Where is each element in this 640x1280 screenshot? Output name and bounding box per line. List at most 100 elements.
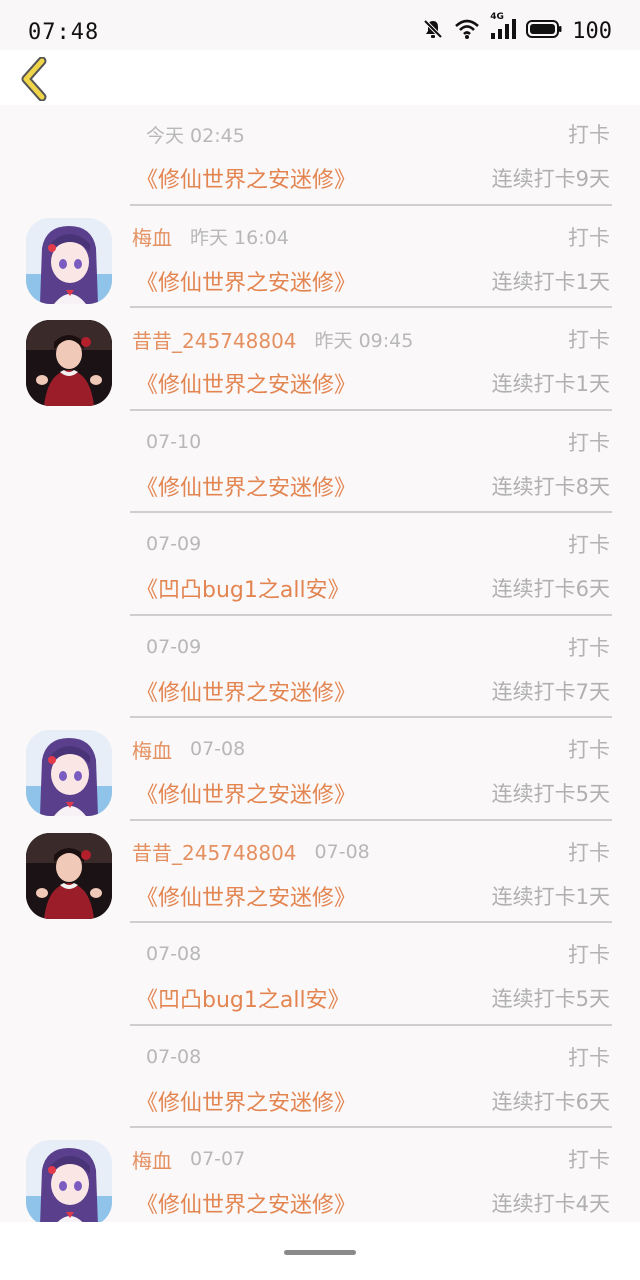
home-indicator[interactable]: [284, 1250, 356, 1255]
checkin-list[interactable]: 今天 02:45 打卡 《修仙世界之安迷修》 连续打卡9天 梅血 昨天 16:04 打卡 《修…: [0, 105, 640, 1222]
streak-count: 连续打卡9天: [491, 167, 610, 191]
checkin-detail: 《凹凸bug1之all安》 连续打卡6天: [130, 573, 610, 603]
checkin-action-label: 打卡: [568, 430, 610, 455]
divider: [130, 818, 612, 821]
streak-count: 连续打卡1天: [491, 372, 610, 396]
divider: [130, 1126, 612, 1128]
checkin-item[interactable]: 07-09 打卡《凹凸bug1之all安》 连续打卡6天: [0, 515, 640, 618]
checkin-detail: 《修仙世界之安迷修》 连续打卡6天: [130, 1086, 610, 1116]
user-name[interactable]: 梅血: [132, 222, 172, 251]
streak-count: 连续打卡6天: [491, 1089, 610, 1114]
divider: [130, 1023, 612, 1026]
checkin-detail: 《修仙世界之安迷修》 连续打卡4天: [130, 1188, 610, 1218]
cell-signal-icon: 4G: [490, 12, 517, 44]
divider: [130, 203, 612, 206]
checkin-detail: 《凹凸bug1之all安》 连续打卡5天: [130, 983, 610, 1013]
checkin-time: 昨天 16:04: [190, 227, 289, 249]
status-icons: 4G 100: [422, 12, 612, 44]
streak-count: 连续打卡7天: [491, 679, 610, 704]
checkin-meta: 昔昔_245748804 07-08 打卡: [130, 837, 610, 867]
checkin-detail: 《修仙世界之安迷修》 连续打卡9天: [130, 163, 610, 193]
checkin-item[interactable]: 昔昔_245748804 昨天 09:45 打卡《修仙世界之安迷修》 连续打卡1天: [0, 310, 640, 413]
back-button[interactable]: [14, 56, 54, 102]
book-title-link[interactable]: 《修仙世界之安迷修》: [136, 777, 356, 809]
user-name[interactable]: 昔昔_245748804: [132, 325, 297, 354]
avatar[interactable]: [26, 217, 112, 304]
checkin-time: 07-08: [314, 840, 370, 863]
streak-count: 连续打卡1天: [491, 884, 610, 909]
streak-count: 连续打卡8天: [491, 474, 610, 499]
streak-count: 连续打卡4天: [491, 1192, 610, 1216]
network-type: 4G: [490, 12, 504, 22]
streak-count: 连续打卡5天: [491, 782, 610, 806]
checkin-item[interactable]: 07-09 打卡《修仙世界之安迷修》 连续打卡7天: [0, 618, 640, 721]
battery-icon: [526, 19, 562, 43]
checkin-meta: 昔昔_245748804 昨天 09:45 打卡: [130, 324, 610, 354]
book-title-link[interactable]: 《修仙世界之安迷修》: [136, 1085, 356, 1117]
checkin-meta: 07-08 打卡: [130, 1042, 610, 1072]
checkin-action-label: 打卡: [568, 225, 610, 250]
checkin-time: 07-08: [146, 1045, 202, 1068]
checkin-detail: 《修仙世界之安迷修》 连续打卡8天: [130, 471, 610, 501]
checkin-meta: 07-09 打卡: [130, 529, 610, 559]
user-name[interactable]: 梅血: [132, 1145, 172, 1174]
checkin-time: 昨天 09:45: [314, 329, 414, 352]
book-title-link[interactable]: 《修仙世界之安迷修》: [136, 675, 356, 707]
checkin-time: 07-07: [190, 1148, 246, 1170]
checkin-item[interactable]: 梅血 07-07 打卡《修仙世界之安迷修》 连续打卡4天: [0, 1130, 640, 1222]
checkin-item[interactable]: 梅血 07-08 打卡《修仙世界之安迷修》 连续打卡5天: [0, 720, 640, 823]
mute-icon: [422, 18, 444, 44]
checkin-item[interactable]: 今天 02:45 打卡《修仙世界之安迷修》 连续打卡9天: [0, 105, 640, 208]
status-time: 07:48: [28, 20, 100, 45]
checkin-time: 07-09: [146, 635, 202, 658]
checkin-meta: 今天 02:45 打卡: [130, 119, 610, 149]
avatar[interactable]: [26, 730, 112, 816]
divider: [130, 613, 612, 616]
checkin-detail: 《修仙世界之安迷修》 连续打卡5天: [130, 778, 610, 808]
avatar[interactable]: [26, 832, 112, 919]
checkin-time: 今天 02:45: [146, 124, 245, 147]
divider: [130, 408, 612, 411]
checkin-item[interactable]: 昔昔_245748804 07-08 打卡《修仙世界之安迷修》 连续打卡1天: [0, 823, 640, 926]
checkin-item[interactable]: 梅血 昨天 16:04 打卡《修仙世界之安迷修》 连续打卡1天: [0, 208, 640, 311]
book-title-link[interactable]: 《修仙世界之安迷修》: [136, 1187, 356, 1219]
checkin-action-label: 打卡: [568, 123, 610, 147]
book-title-link[interactable]: 《修仙世界之安迷修》: [136, 880, 356, 912]
book-title-link[interactable]: 《修仙世界之安迷修》: [136, 162, 356, 194]
divider: [130, 921, 612, 923]
checkin-detail: 《修仙世界之安迷修》 连续打卡1天: [130, 368, 610, 398]
streak-count: 连续打卡5天: [491, 987, 610, 1011]
avatar[interactable]: [26, 320, 112, 406]
status-bar: 07:48 4G 100: [0, 0, 640, 50]
streak-count: 连续打卡6天: [491, 577, 610, 601]
checkin-item[interactable]: 07-08 打卡《修仙世界之安迷修》 连续打卡6天: [0, 1028, 640, 1131]
checkin-meta: 07-09 打卡: [130, 632, 610, 662]
checkin-item[interactable]: 07-10 打卡《修仙世界之安迷修》 连续打卡8天: [0, 413, 640, 516]
book-title-link[interactable]: 《凹凸bug1之all安》: [136, 982, 350, 1014]
checkin-meta: 07-10 打卡: [130, 427, 610, 457]
checkin-detail: 《修仙世界之安迷修》 连续打卡1天: [130, 266, 610, 296]
battery-level: 100: [572, 18, 612, 44]
book-title-link[interactable]: 《凹凸bug1之all安》: [136, 572, 350, 604]
checkin-time: 07-09: [146, 533, 202, 555]
book-title-link[interactable]: 《修仙世界之安迷修》: [136, 265, 356, 297]
checkin-action-label: 打卡: [568, 840, 610, 865]
user-name[interactable]: 梅血: [132, 735, 172, 764]
checkin-action-label: 打卡: [568, 1148, 610, 1172]
checkin-meta: 梅血 昨天 16:04 打卡: [130, 222, 610, 252]
checkin-item[interactable]: 07-08 打卡《凹凸bug1之all安》 连续打卡5天: [0, 925, 640, 1028]
top-nav-bar: [0, 50, 640, 105]
checkin-detail: 《修仙世界之安迷修》 连续打卡7天: [130, 676, 610, 706]
book-title-link[interactable]: 《修仙世界之安迷修》: [136, 367, 356, 399]
book-title-link[interactable]: 《修仙世界之安迷修》: [136, 470, 356, 502]
user-name[interactable]: 昔昔_245748804: [132, 837, 297, 866]
divider: [130, 306, 612, 308]
checkin-action-label: 打卡: [568, 738, 610, 762]
checkin-meta: 梅血 07-08 打卡: [130, 734, 610, 764]
avatar[interactable]: [26, 1140, 112, 1222]
checkin-meta: 07-08 打卡: [130, 939, 610, 969]
streak-count: 连续打卡1天: [491, 269, 610, 294]
checkin-time: 07-08: [146, 943, 202, 965]
checkin-action-label: 打卡: [568, 328, 610, 352]
back-arrow-icon: [21, 57, 47, 101]
